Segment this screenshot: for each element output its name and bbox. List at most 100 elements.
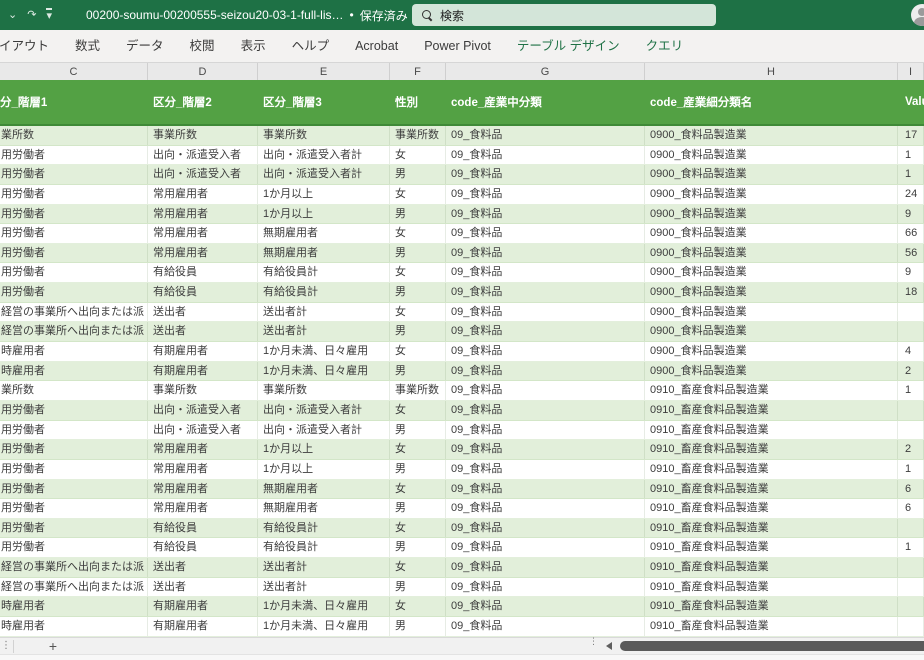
cell-h[interactable]: 0910_畜産食料品製造業 xyxy=(645,479,898,499)
cell-h[interactable]: 0900_食料品製造業 xyxy=(645,361,898,381)
column-header-E[interactable]: E xyxy=(258,63,390,81)
cell-f[interactable]: 女 xyxy=(390,558,446,577)
cell-c[interactable]: 用労働者 xyxy=(0,204,148,224)
cell-v[interactable]: 1 xyxy=(898,538,924,558)
cell-v[interactable]: 6 xyxy=(898,479,924,499)
cell-h[interactable]: 0910_畜産食料品製造業 xyxy=(645,499,898,518)
cell-v[interactable]: 2 xyxy=(898,361,924,381)
cell-g[interactable]: 09_食料品 xyxy=(446,342,645,361)
table-header-industry-detail[interactable]: code_産業細分類名 xyxy=(645,80,898,124)
cell-f[interactable]: 男 xyxy=(390,577,446,597)
cell-h[interactable]: 0900_食料品製造業 xyxy=(645,165,898,184)
cell-g[interactable]: 09_食料品 xyxy=(446,204,645,224)
cell-g[interactable]: 09_食料品 xyxy=(446,518,645,538)
cell-f[interactable]: 男 xyxy=(390,243,446,263)
cell-d[interactable]: 有期雇用者 xyxy=(148,617,258,636)
cell-h[interactable]: 0900_食料品製造業 xyxy=(645,302,898,322)
cell-c[interactable]: 用労働者 xyxy=(0,165,148,184)
cell-d[interactable]: 有期雇用者 xyxy=(148,342,258,361)
cell-e[interactable]: 有給役員計 xyxy=(258,283,390,302)
table-header-kubun2[interactable]: 区分_階層2 xyxy=(148,80,258,124)
cell-g[interactable]: 09_食料品 xyxy=(446,263,645,283)
cell-f[interactable]: 女 xyxy=(390,518,446,538)
cell-c[interactable]: 用労働者 xyxy=(0,263,148,283)
customize-qat-icon[interactable]: ▾ xyxy=(46,8,52,22)
cell-v[interactable] xyxy=(898,558,924,577)
column-header-G[interactable]: G xyxy=(446,63,645,81)
cell-v[interactable]: 1 xyxy=(898,459,924,479)
cell-d[interactable]: 有給役員 xyxy=(148,263,258,283)
cell-g[interactable]: 09_食料品 xyxy=(446,322,645,342)
cell-f[interactable]: 男 xyxy=(390,361,446,381)
cell-c[interactable]: 用労働者 xyxy=(0,400,148,420)
cell-d[interactable]: 有期雇用者 xyxy=(148,597,258,617)
cell-d[interactable]: 出向・派遣受入者 xyxy=(148,165,258,184)
cell-c[interactable]: 用労働者 xyxy=(0,499,148,518)
cell-v[interactable]: 1 xyxy=(898,145,924,165)
account-avatar[interactable] xyxy=(911,4,924,26)
cell-g[interactable]: 09_食料品 xyxy=(446,440,645,459)
cell-g[interactable]: 09_食料品 xyxy=(446,361,645,381)
cell-e[interactable]: 無期雇用者 xyxy=(258,499,390,518)
cell-f[interactable]: 男 xyxy=(390,165,446,184)
cell-h[interactable]: 0910_畜産食料品製造業 xyxy=(645,617,898,636)
cell-v[interactable]: 1 xyxy=(898,165,924,184)
cell-h[interactable]: 0900_食料品製造業 xyxy=(645,204,898,224)
cell-h[interactable]: 0910_畜産食料品製造業 xyxy=(645,459,898,479)
cell-g[interactable]: 09_食料品 xyxy=(446,538,645,558)
cell-d[interactable]: 送出者 xyxy=(148,558,258,577)
cell-v[interactable]: 2 xyxy=(898,440,924,459)
cell-e[interactable]: 無期雇用者 xyxy=(258,224,390,243)
column-header-H[interactable]: H xyxy=(645,63,898,81)
cell-c[interactable]: 時雇用者 xyxy=(0,597,148,617)
cell-f[interactable]: 男 xyxy=(390,617,446,636)
cell-f[interactable]: 女 xyxy=(390,342,446,361)
cell-g[interactable]: 09_食料品 xyxy=(446,184,645,204)
ribbon-tab-1[interactable]: 数式 xyxy=(62,31,113,62)
cell-h[interactable]: 0900_食料品製造業 xyxy=(645,184,898,204)
table-header-kubun3[interactable]: 区分_階層3 xyxy=(258,80,390,124)
cell-c[interactable]: 用労働者 xyxy=(0,518,148,538)
cell-f[interactable]: 男 xyxy=(390,459,446,479)
cell-h[interactable]: 0910_畜産食料品製造業 xyxy=(645,597,898,617)
cell-h[interactable]: 0900_食料品製造業 xyxy=(645,224,898,243)
cell-v[interactable]: 17 xyxy=(898,126,924,145)
cell-v[interactable] xyxy=(898,617,924,636)
cell-h[interactable]: 0900_食料品製造業 xyxy=(645,145,898,165)
cell-f[interactable]: 女 xyxy=(390,302,446,322)
cell-d[interactable]: 常用雇用者 xyxy=(148,184,258,204)
cell-f[interactable]: 男 xyxy=(390,204,446,224)
cell-c[interactable]: 用労働者 xyxy=(0,479,148,499)
cell-g[interactable]: 09_食料品 xyxy=(446,224,645,243)
cell-e[interactable]: 1か月未満、日々雇用 xyxy=(258,342,390,361)
undo-dropdown-icon[interactable]: ⌄ xyxy=(8,9,17,21)
cell-e[interactable]: 送出者計 xyxy=(258,302,390,322)
cell-v[interactable]: 56 xyxy=(898,243,924,263)
cell-h[interactable]: 0910_畜産食料品製造業 xyxy=(645,420,898,440)
cell-c[interactable]: 時雇用者 xyxy=(0,617,148,636)
cell-c[interactable]: 経営の事業所へ出向または派 xyxy=(0,322,148,342)
cell-c[interactable]: 経営の事業所へ出向または派 xyxy=(0,302,148,322)
cell-e[interactable]: 1か月以上 xyxy=(258,459,390,479)
cell-v[interactable]: 4 xyxy=(898,342,924,361)
cell-h[interactable]: 0910_畜産食料品製造業 xyxy=(645,558,898,577)
cell-v[interactable] xyxy=(898,420,924,440)
cell-d[interactable]: 有期雇用者 xyxy=(148,361,258,381)
ribbon-tab-9[interactable]: クエリ xyxy=(633,31,697,62)
cell-g[interactable]: 09_食料品 xyxy=(446,577,645,597)
cell-e[interactable]: 有給役員計 xyxy=(258,518,390,538)
cell-g[interactable]: 09_食料品 xyxy=(446,400,645,420)
cell-d[interactable]: 出向・派遣受入者 xyxy=(148,145,258,165)
cell-e[interactable]: 有給役員計 xyxy=(258,263,390,283)
cell-d[interactable]: 出向・派遣受入者 xyxy=(148,420,258,440)
cell-g[interactable]: 09_食料品 xyxy=(446,558,645,577)
cell-e[interactable]: 送出者計 xyxy=(258,577,390,597)
cell-e[interactable]: 送出者計 xyxy=(258,322,390,342)
cell-c[interactable]: 時雇用者 xyxy=(0,342,148,361)
cell-e[interactable]: 出向・派遣受入者計 xyxy=(258,145,390,165)
cell-h[interactable]: 0910_畜産食料品製造業 xyxy=(645,400,898,420)
cell-v[interactable] xyxy=(898,302,924,322)
column-header-I[interactable]: I xyxy=(898,63,924,81)
table-header-value[interactable]: Value xyxy=(898,80,924,124)
table-header-industry-mid[interactable]: code_産業中分類 xyxy=(446,80,645,124)
